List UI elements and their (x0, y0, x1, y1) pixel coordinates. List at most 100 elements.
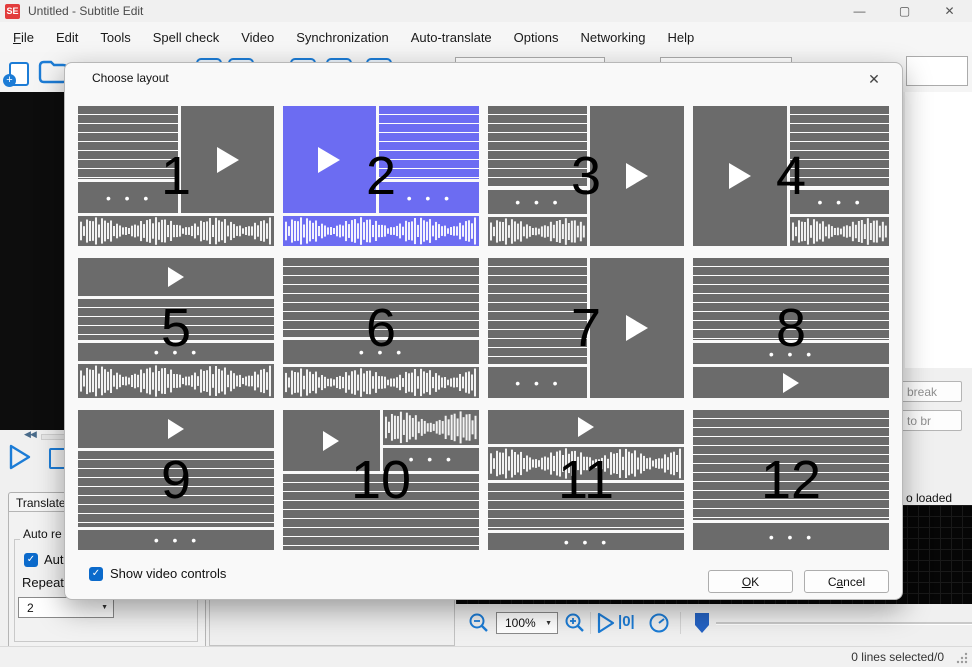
toolbar-right-input[interactable] (906, 56, 968, 86)
edit-panel (790, 190, 889, 214)
video-panel (181, 106, 274, 213)
edit-panel (78, 182, 178, 213)
close-icon[interactable]: ✕ (927, 0, 972, 22)
title-bar: SE Untitled - Subtitle Edit — ▢ ✕ (0, 0, 972, 22)
waveform-panel (383, 410, 480, 445)
menu-tools[interactable]: Tools (89, 30, 141, 45)
zoom-in-icon[interactable] (564, 612, 586, 634)
zoom-out-icon[interactable] (468, 612, 490, 634)
resize-grip[interactable] (956, 652, 968, 664)
rewind-icon[interactable]: ◀◀ (24, 429, 36, 440)
subtitle-list-panel (78, 451, 274, 527)
subtitle-list-panel (790, 106, 889, 187)
subtitle-list-panel (488, 106, 587, 187)
video-panel (590, 258, 684, 398)
layout-option-12[interactable]: 12 (693, 410, 889, 550)
dialog-close-icon[interactable]: ✕ (864, 69, 884, 89)
show-video-controls-checkbox[interactable]: ✓ (89, 567, 103, 581)
layout-option-8[interactable]: 8 (693, 258, 889, 398)
menu-help[interactable]: Help (657, 30, 706, 45)
app-icon: SE (5, 4, 20, 19)
menu-options[interactable]: Options (503, 30, 570, 45)
layout-option-6[interactable]: 6 (283, 258, 479, 398)
edit-panel (78, 530, 274, 550)
waveform-panel (78, 216, 274, 246)
subtitle-list-panel (379, 106, 479, 179)
video-panel (693, 367, 889, 398)
auto-repeat-group-label: Auto re (20, 527, 65, 541)
subtitle-list-panel (693, 410, 889, 520)
new-file-icon[interactable]: + (3, 58, 27, 84)
menu-networking[interactable]: Networking (569, 30, 656, 45)
subtitle-list-view[interactable] (905, 92, 972, 368)
layout-option-1[interactable]: 1 (78, 106, 274, 246)
playback-speed-icon[interactable] (648, 612, 670, 634)
repeat-count-select[interactable]: 2 ▼ (18, 597, 114, 618)
waveform-panel (283, 216, 479, 246)
open-file-icon[interactable] (38, 58, 62, 84)
cancel-button[interactable]: Cancel (804, 570, 889, 593)
subtitle-list-panel (488, 258, 587, 364)
edit-panel (383, 448, 480, 471)
layout-grid: 1 2 (78, 106, 889, 550)
layout-option-3[interactable]: 3 (488, 106, 684, 246)
menu-auto-translate[interactable]: Auto-translate (400, 30, 503, 45)
waveform-zoom-select[interactable]: 100% ▼ (496, 612, 558, 634)
subtitle-list-panel (283, 474, 479, 550)
chevron-down-icon: ▼ (101, 604, 108, 611)
position-marker-icon[interactable] (694, 612, 710, 634)
repeat-count-label: Repeat (22, 575, 64, 590)
video-panel (283, 410, 380, 471)
video-panel (78, 410, 274, 448)
layout-option-10[interactable]: 10 (283, 410, 479, 550)
subtitle-list-panel (283, 258, 479, 337)
video-panel (693, 106, 787, 246)
selection-status: 0 lines selected/0 (851, 650, 944, 664)
layout-option-9[interactable]: 9 (78, 410, 274, 550)
waveform-panel (790, 217, 889, 246)
edit-panel (283, 340, 479, 364)
subtitle-list-panel (78, 106, 178, 179)
menu-edit[interactable]: Edit (45, 30, 89, 45)
window-title: Untitled - Subtitle Edit (28, 4, 143, 18)
dialog-title: Choose layout (92, 71, 169, 85)
layout-option-2[interactable]: 2 (283, 106, 479, 246)
position-slider[interactable] (716, 622, 972, 625)
app-window: SE Untitled - Subtitle Edit — ▢ ✕ File E… (0, 0, 972, 667)
video-panel (283, 106, 376, 213)
waveform-panel (488, 217, 587, 246)
waveform-panel (78, 364, 274, 398)
play-button[interactable] (8, 444, 32, 475)
auto-repeat-checkbox[interactable]: ✓ (24, 553, 38, 567)
menu-bar: File Edit Tools Spell check Video Synchr… (0, 22, 972, 52)
play-waveform-icon[interactable] (596, 612, 616, 634)
show-video-controls-label: Show video controls (110, 566, 226, 581)
edit-panel (488, 190, 587, 214)
video-loaded-label: o loaded (906, 491, 952, 505)
layout-option-11[interactable]: 11 (488, 410, 684, 550)
menu-file[interactable]: File (2, 30, 45, 45)
edit-panel (693, 343, 889, 364)
video-panel (488, 410, 684, 444)
edit-panel (78, 343, 274, 361)
subtitle-list-panel (488, 483, 684, 530)
menu-synchronization[interactable]: Synchronization (285, 30, 400, 45)
waveform-controls-bar: 100% ▼ |0| (456, 604, 972, 642)
subtitle-list-panel (78, 299, 274, 340)
edit-panel (693, 523, 889, 550)
edit-panel (379, 182, 479, 213)
edit-panel (488, 367, 587, 398)
status-bar: 0 lines selected/0 (0, 646, 972, 667)
maximize-icon[interactable]: ▢ (882, 0, 927, 22)
menu-spell-check[interactable]: Spell check (142, 30, 230, 45)
play-from-zero-icon[interactable]: |0| (618, 613, 635, 630)
layout-option-4[interactable]: 4 (693, 106, 889, 246)
layout-option-5[interactable]: 5 (78, 258, 274, 398)
edit-panel (488, 533, 684, 550)
video-panel (78, 258, 274, 296)
chevron-down-icon: ▼ (545, 620, 552, 627)
layout-option-7[interactable]: 7 (488, 258, 684, 398)
minimize-icon[interactable]: — (837, 0, 882, 22)
ok-button[interactable]: OK (708, 570, 793, 593)
menu-video[interactable]: Video (230, 30, 285, 45)
